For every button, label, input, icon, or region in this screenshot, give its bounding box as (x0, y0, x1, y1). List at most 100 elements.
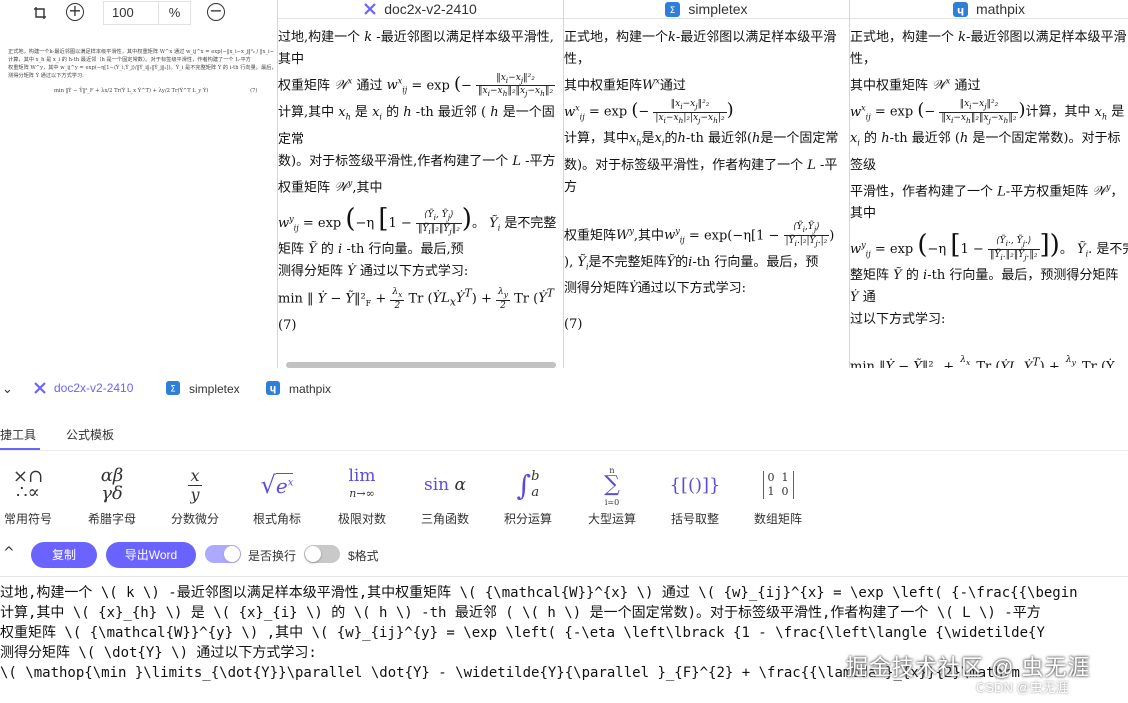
action-row: ^ 复制 导出Word 是否换行 $格式 (0, 540, 1128, 570)
doc2x-line: 矩阵 Ỹ 的 i -th 行向量。最后,预 (278, 241, 464, 257)
symbol-palette: ×∩ ∴∝ 常用符号 αβ γδ 希腊字母 xy 分数微分 √ ex 根式角标 lim… (0, 462, 1128, 532)
palette-integral[interactable]: ∫ b a 积分运算 (488, 462, 568, 527)
text: -平方 (525, 153, 556, 169)
text: -th 最近邻( (685, 131, 753, 147)
simpletex-line: 数)。对于标签级平滑性，作者构建了一个 L -平方 (564, 157, 838, 195)
mathpix-icon: ɥ (266, 381, 281, 396)
palette-label: 希腊字母 (87, 512, 136, 526)
palette-matrix[interactable]: 0 11 0 数组矩阵 (738, 462, 818, 527)
text: -th 行向量。最后,预 (346, 241, 464, 257)
simpletex-line: 其中权重矩阵Wx通过 (564, 77, 686, 94)
chevron-up-icon[interactable]: ^ (3, 545, 15, 561)
palette-radical[interactable]: √ ex 根式角标 (237, 462, 317, 527)
bracket-icon: {[()]} (669, 474, 721, 496)
text: 测得分矩阵 (278, 263, 344, 279)
mathpix-line: wyij = exp (−η [1 − ⟨Ỹi., Ỹj.⟩ ‖Ỹi.‖₂‖Ỹj.… (850, 225, 1128, 265)
wrap-label: 是否换行 (248, 549, 297, 563)
export-word-button[interactable]: 导出Word (106, 542, 196, 568)
lower-tab-mathpix[interactable]: ɥ mathpix (266, 381, 331, 396)
text: 通过以下方式学习: (359, 263, 469, 279)
palette-trig[interactable]: sin α 三角函数 (405, 462, 485, 527)
crop-icon[interactable] (34, 6, 46, 19)
editor-source-tabs: ⌄ doc2x-v2-2410 Σ simpletex ɥ mathpix (0, 377, 1128, 405)
text: 是 (641, 131, 655, 147)
palette-fraction[interactable]: xy 分数微分 (155, 462, 235, 527)
simpletex-line: ), Ỹi是不完整矩阵Ỹ的i-th 行向量。最后，预 (564, 254, 819, 272)
dollar-format-toggle[interactable] (304, 545, 340, 563)
greek-letters-icon: αβ γδ (100, 465, 124, 504)
fraction-icon: xy (188, 465, 202, 504)
text: 是不完 (1096, 242, 1128, 258)
watermark-small: CSDN @虫无涯 (976, 680, 1069, 695)
simpletex-line: 测得分矩阵Ẏ通过以下方式学习: (564, 281, 746, 297)
text: 通过以下方式学习: (637, 281, 746, 297)
copy-button[interactable]: 复制 (31, 542, 97, 568)
result-tab-simpletex[interactable]: Σ simpletex (564, 0, 849, 19)
horizontal-scrollbar[interactable] (278, 362, 563, 368)
mathpix-line: wxij = exp (− ‖xi−xj‖²₂ ‖xi−xh‖₂‖xj−xh‖₂)… (850, 98, 1125, 125)
palette-common-symbols[interactable]: ×∩ ∴∝ 常用符号 (0, 462, 68, 527)
palette-sum[interactable]: n ∑ i=0 大型运算 (572, 462, 652, 527)
simpletex-equation: min ‖ Ẏ − Ỹ ‖²F + λx2 Tr (ẎLxẎT) + λy2 T… (564, 366, 849, 368)
code-line: 过地,构建一个 \( k \) -最近邻图以满足样本级平滑性,其中权重矩阵 \(… (0, 585, 1078, 601)
text: -th 行向量。最后，预测得分矩阵 (927, 268, 1119, 284)
scrollbar-thumb[interactable] (286, 362, 556, 368)
preview-text-line: 正式地，构建一个k-最近邻图以满足样本级平滑性，其中权重矩阵 W^x 通过 w_… (8, 49, 274, 55)
tab-quick-tools[interactable]: 快捷工具 (0, 420, 40, 450)
zoom-out-icon[interactable]: − (207, 3, 225, 21)
text: -平方权重矩阵 (1005, 184, 1089, 200)
palette-greek-letters[interactable]: αβ γδ 希腊字母 (72, 462, 152, 527)
wrap-toggle[interactable] (205, 545, 241, 563)
text: -th 最近邻 ( (889, 131, 960, 147)
text: 是不完整 (504, 215, 557, 231)
result-tab-mathpix[interactable]: ɥ mathpix (850, 0, 1128, 19)
palette-label: 三角函数 (420, 512, 469, 526)
lower-tab-doc2x[interactable]: doc2x-v2-2410 (34, 381, 133, 395)
palette-label: 分数微分 (170, 512, 219, 526)
svg-text:Σ: Σ (670, 6, 676, 16)
preview-equation-body: min ‖Ẏ − Ỹ‖²_F + λx/2 Tr(Ẏ L_x Ẏ^T) + λy… (54, 88, 209, 94)
zoom-in-icon[interactable]: + (66, 3, 84, 21)
svg-text:ɥ: ɥ (957, 5, 964, 16)
text: 通过 (356, 78, 383, 94)
toggle-knob (224, 546, 240, 562)
palette-limit[interactable]: lim n→∞ 极限对数 (322, 462, 402, 527)
doc2x-line: 计算,其中 xh 是 xi 的 h -th 最近邻 ( h 是一个固定常 (278, 104, 555, 147)
simpletex-icon: Σ (665, 1, 681, 17)
toggle-knob (305, 546, 321, 562)
text: 其中权重矩阵 (564, 78, 643, 94)
text: 平滑性，作者构建了一个 (850, 184, 994, 200)
preview-equation-tag: (7) (250, 88, 258, 94)
result-tab-doc2x[interactable]: doc2x-v2-2410 (278, 0, 563, 19)
text: 是不完整矩阵 (588, 254, 667, 270)
integral-icon: ∫ b a (516, 468, 540, 502)
mathpix-rendered-output: 正式地，构建一个 k-最近邻图以满足样本级平滑性， 其中权重矩阵 𝒲x 通过 w… (850, 19, 1128, 368)
doc2x-line: 数)。对于标签级平滑性,作者构建了一个 L -平方 (278, 153, 556, 169)
palette-label: 极限对数 (337, 512, 386, 526)
text: 。 (1059, 242, 1073, 258)
preview-document: 正式地，构建一个k-最近邻图以满足样本级平滑性，其中权重矩阵 W^x 通过 w_… (8, 48, 274, 95)
result-column-mathpix: ɥ mathpix 正式地，构建一个 k-最近邻图以满足样本级平滑性， 其中权重… (850, 0, 1128, 368)
tab-formula-templates[interactable]: 公式模板 (66, 426, 114, 443)
doc2x-line: 过地,构建一个 k -最近邻图以满足样本级平滑性,其中 (278, 30, 554, 67)
simpletex-line: 计算，其中xh是xi的h-th 最近邻(h是一个固定常 (564, 131, 839, 148)
trig-icon: sin α (423, 475, 466, 495)
latex-code-editor[interactable]: 过地,构建一个 \( k \) -最近邻图以满足样本级平滑性,其中权重矩阵 \(… (0, 576, 1128, 703)
simpletex-line: 正式地，构建一个k-最近邻图以满足样本级平滑性， (564, 30, 837, 67)
lower-tab-simpletex[interactable]: Σ simpletex (166, 381, 240, 396)
doc2x-icon (34, 382, 46, 394)
limit-icon: lim n→∞ (348, 466, 376, 501)
text: 其中权重矩阵 (850, 78, 929, 94)
preview-text-line: 权重矩阵 W^y，其中 w_ij^y = exp(−η[1−⟨Ỹ_i,Ỹ_j⟩/… (8, 65, 274, 71)
palette-bracket[interactable]: {[()]} 括号取整 (655, 462, 735, 527)
sum-icon: n ∑ i=0 (604, 466, 620, 507)
mathpix-line: 过以下方式学习: (850, 312, 946, 328)
simpletex-line: wxij = exp (− ‖xi−xj‖²₂ |xi−xh|₂|xj−xh|₂) (564, 98, 734, 125)
matrix-icon: 0 11 0 (738, 462, 818, 508)
text: ,其中 (633, 228, 665, 244)
chevron-down-icon[interactable]: ⌄ (2, 382, 13, 397)
text: 的 (675, 254, 689, 270)
active-tab-indicator (0, 448, 40, 450)
zoom-input[interactable]: 100 (103, 1, 159, 25)
text: 数)。对于标签级平滑性，作者构建了一个 (564, 157, 804, 173)
